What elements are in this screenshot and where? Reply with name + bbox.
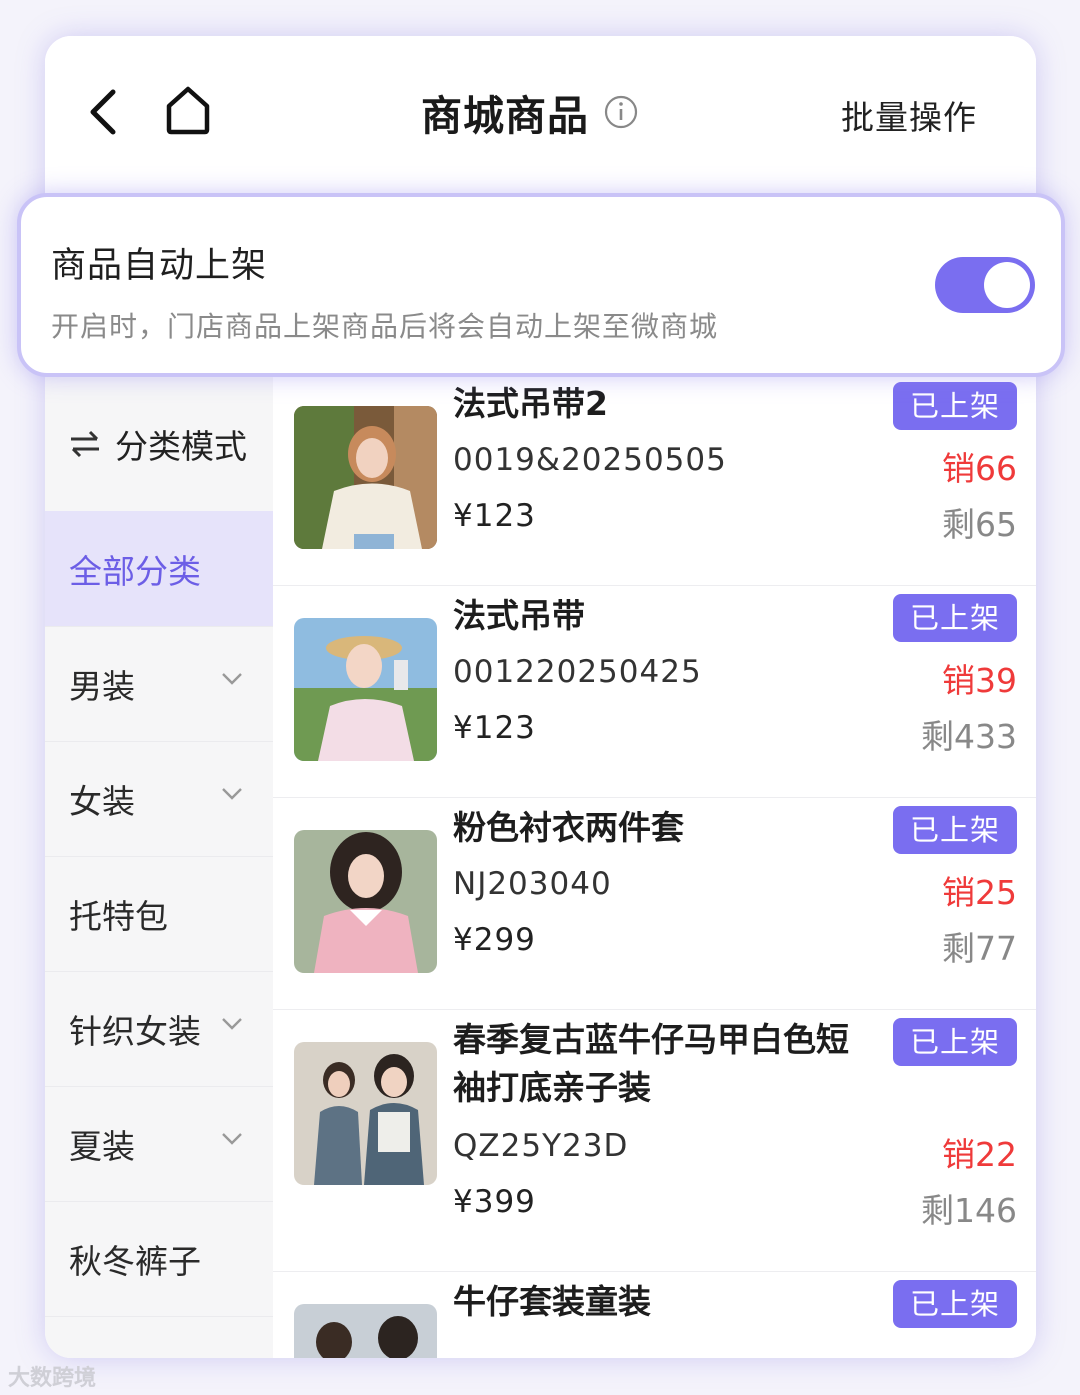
toggle-knob — [984, 262, 1030, 308]
product-image — [294, 1042, 437, 1185]
product-row[interactable]: 牛仔套装童装 已上架 — [273, 1272, 1036, 1358]
product-image — [294, 406, 437, 549]
stock-count: 剩433 — [921, 717, 1017, 756]
sidebar-item-summer[interactable]: 夏装 — [45, 1086, 273, 1201]
product-name: 法式吊带2 — [453, 384, 608, 423]
product-price: ¥399 — [453, 1184, 536, 1220]
sidebar-item-tote-bag[interactable]: 托特包 — [45, 856, 273, 971]
swap-icon — [71, 430, 99, 457]
chevron-down-icon — [222, 673, 242, 685]
product-row[interactable]: 法式吊带 001220250425 ¥123 已上架 销39 剩433 — [273, 586, 1036, 798]
sidebar-item-label: 男装 — [69, 667, 135, 706]
product-list: 法式吊带2 0019&20250505 ¥123 已上架 销66 剩65 法式吊… — [273, 376, 1036, 1358]
auto-listing-title: 商品自动上架 — [51, 246, 268, 286]
watermark: 大数跨境 — [8, 1366, 97, 1391]
product-price: ¥123 — [453, 710, 536, 746]
product-row[interactable]: 法式吊带2 0019&20250505 ¥123 已上架 销66 剩65 — [273, 376, 1036, 586]
page-title: 商城商品 — [421, 92, 589, 140]
sold-count: 销66 — [942, 449, 1017, 488]
sidebar-item-label: 针织女装 — [69, 1012, 201, 1051]
sidebar-item-knitwear[interactable]: 针织女装 — [45, 971, 273, 1086]
product-image — [294, 1304, 437, 1358]
sidebar-item-label: 托特包 — [69, 897, 168, 936]
sidebar-item-menswear[interactable]: 男装 — [45, 626, 273, 741]
auto-listing-description: 开启时，门店商品上架商品后将会自动上架至微商城 — [51, 310, 719, 343]
stock-count: 剩146 — [921, 1191, 1017, 1230]
chevron-down-icon — [222, 788, 242, 800]
stock-count: 剩65 — [942, 505, 1017, 544]
product-name: 春季复古蓝牛仔马甲白色短袖打底亲子装 — [453, 1020, 849, 1107]
sidebar-item-more[interactable] — [45, 1316, 273, 1358]
stock-count: 剩77 — [942, 929, 1017, 968]
product-code: 0019&20250505 — [453, 442, 727, 478]
product-code: 001220250425 — [453, 654, 702, 690]
listed-status-badge[interactable]: 已上架 — [893, 806, 1017, 854]
sold-count: 销22 — [942, 1135, 1017, 1174]
listed-status-badge[interactable]: 已上架 — [893, 1018, 1017, 1066]
sold-count: 销25 — [942, 873, 1017, 912]
product-code: QZ25Y23D — [453, 1128, 629, 1164]
batch-operation-button[interactable]: 批量操作 — [841, 91, 977, 139]
listed-status-badge[interactable]: 已上架 — [893, 1280, 1017, 1328]
listed-status-badge[interactable]: 已上架 — [893, 382, 1017, 430]
sidebar-item-label: 全部分类 — [69, 551, 201, 591]
sidebar-item-label: 女装 — [69, 782, 135, 821]
chevron-down-icon — [222, 1133, 242, 1145]
sidebar-item-label: 夏装 — [69, 1127, 135, 1166]
home-icon[interactable] — [163, 84, 213, 136]
category-mode-switch[interactable]: 分类模式 — [45, 376, 273, 511]
listed-status-badge[interactable]: 已上架 — [893, 594, 1017, 642]
nav-bar: 商城商品 批量操作 — [45, 36, 1036, 186]
product-image — [294, 830, 437, 973]
product-price: ¥123 — [453, 498, 536, 534]
product-row[interactable]: 春季复古蓝牛仔马甲白色短袖打底亲子装 QZ25Y23D ¥399 已上架 销22… — [273, 1010, 1036, 1272]
category-mode-label: 分类模式 — [115, 426, 247, 466]
product-image — [294, 618, 437, 761]
info-icon[interactable] — [604, 95, 638, 129]
sidebar-item-label: 秋冬裤子 — [69, 1242, 201, 1281]
back-arrow-icon[interactable] — [83, 86, 123, 138]
sold-count: 销39 — [942, 661, 1017, 700]
auto-listing-toggle[interactable] — [935, 257, 1035, 313]
sidebar-item-womenswear[interactable]: 女装 — [45, 741, 273, 856]
product-name: 牛仔套装童装 — [453, 1282, 651, 1321]
auto-listing-card: 商品自动上架 开启时，门店商品上架商品后将会自动上架至微商城 — [17, 193, 1065, 377]
product-price: ¥299 — [453, 922, 536, 958]
sidebar-item-all[interactable]: 全部分类 — [45, 511, 273, 626]
product-name: 法式吊带 — [453, 596, 585, 635]
product-row[interactable]: 粉色衬衣两件套 NJ203040 ¥299 已上架 销25 剩77 — [273, 798, 1036, 1010]
product-name: 粉色衬衣两件套 — [453, 808, 684, 847]
sidebar-item-winter-pants[interactable]: 秋冬裤子 — [45, 1201, 273, 1316]
product-code: NJ203040 — [453, 866, 612, 902]
chevron-down-icon — [222, 1018, 242, 1030]
category-sidebar: 分类模式 全部分类 男装 女装 托特包 针织女装 夏装 秋冬裤子 — [45, 376, 273, 1358]
